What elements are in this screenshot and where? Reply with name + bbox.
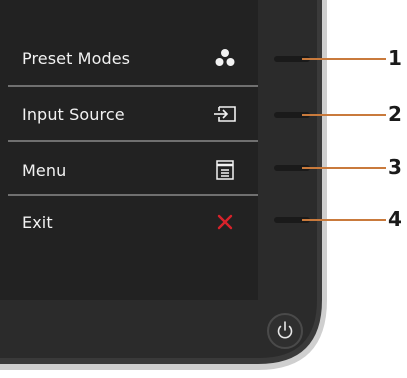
- callout-number-4: 4: [388, 207, 402, 231]
- menu-item-preset-modes[interactable]: Preset Modes: [8, 40, 258, 76]
- callout-number-3: 3: [388, 155, 402, 179]
- monitor-diagram: Preset Modes Input Source Menu Exit 1 2 …: [0, 0, 407, 378]
- menu-item-label: Exit: [22, 212, 53, 232]
- callout-number-2: 2: [388, 102, 402, 126]
- menu-item-label: Input Source: [22, 104, 125, 124]
- menu-item-input-source[interactable]: Input Source: [8, 96, 258, 132]
- preset-modes-icon: [212, 46, 238, 70]
- menu-icon: [212, 158, 238, 182]
- menu-item-label: Menu: [22, 160, 67, 180]
- menu-item-label: Preset Modes: [22, 48, 131, 68]
- menu-item-exit[interactable]: Exit: [8, 204, 258, 240]
- menu-item-menu[interactable]: Menu: [8, 152, 258, 188]
- power-button: [267, 313, 303, 349]
- input-source-icon: [212, 102, 238, 126]
- exit-icon: [212, 210, 238, 234]
- callout-number-1: 1: [388, 46, 402, 70]
